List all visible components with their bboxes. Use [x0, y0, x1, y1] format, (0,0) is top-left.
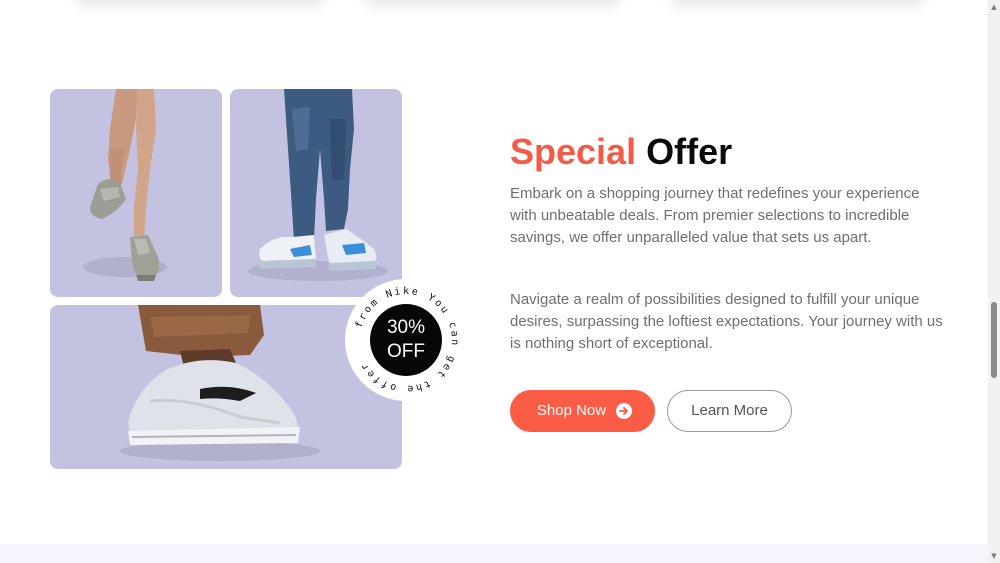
offer-description-1: Embark on a shopping journey that redefi… — [510, 185, 920, 246]
shop-now-label: Shop Now — [536, 402, 607, 419]
legs-sneakers-illustration — [83, 89, 167, 281]
learn-more-label: Learn More — [691, 402, 768, 419]
discount-badge: from Nike You can get the offer 30% OFF — [345, 279, 467, 401]
badge-off-label: OFF — [387, 341, 425, 362]
section-title: Special Offer — [510, 130, 732, 174]
page: from Nike You can get the offer 30% OFF … — [0, 0, 1000, 563]
arrow-right-circle-icon — [616, 403, 632, 419]
badge-percent: 30% — [386, 317, 426, 338]
learn-more-button[interactable]: Learn More — [667, 390, 792, 432]
triangle-down-icon[interactable]: ▼ — [990, 551, 998, 561]
jeans-sneakers-illustration — [248, 89, 388, 281]
vertical-scrollbar[interactable]: ▲ ▼ — [988, 0, 1000, 563]
shop-now-button[interactable]: Shop Now — [510, 390, 655, 432]
badge-center: 30% OFF — [370, 304, 442, 376]
section-title-rest: Offer — [646, 131, 733, 172]
next-section-band — [0, 544, 988, 563]
triangle-up-icon[interactable]: ▲ — [990, 2, 998, 12]
offer-description-2: Navigate a realm of possibilities design… — [510, 291, 943, 352]
legs-sneakers-image — [50, 89, 222, 297]
jeans-sneakers-image — [230, 89, 402, 297]
scrollbar-thumb[interactable] — [991, 302, 997, 378]
section-title-accent: Special — [510, 131, 637, 172]
